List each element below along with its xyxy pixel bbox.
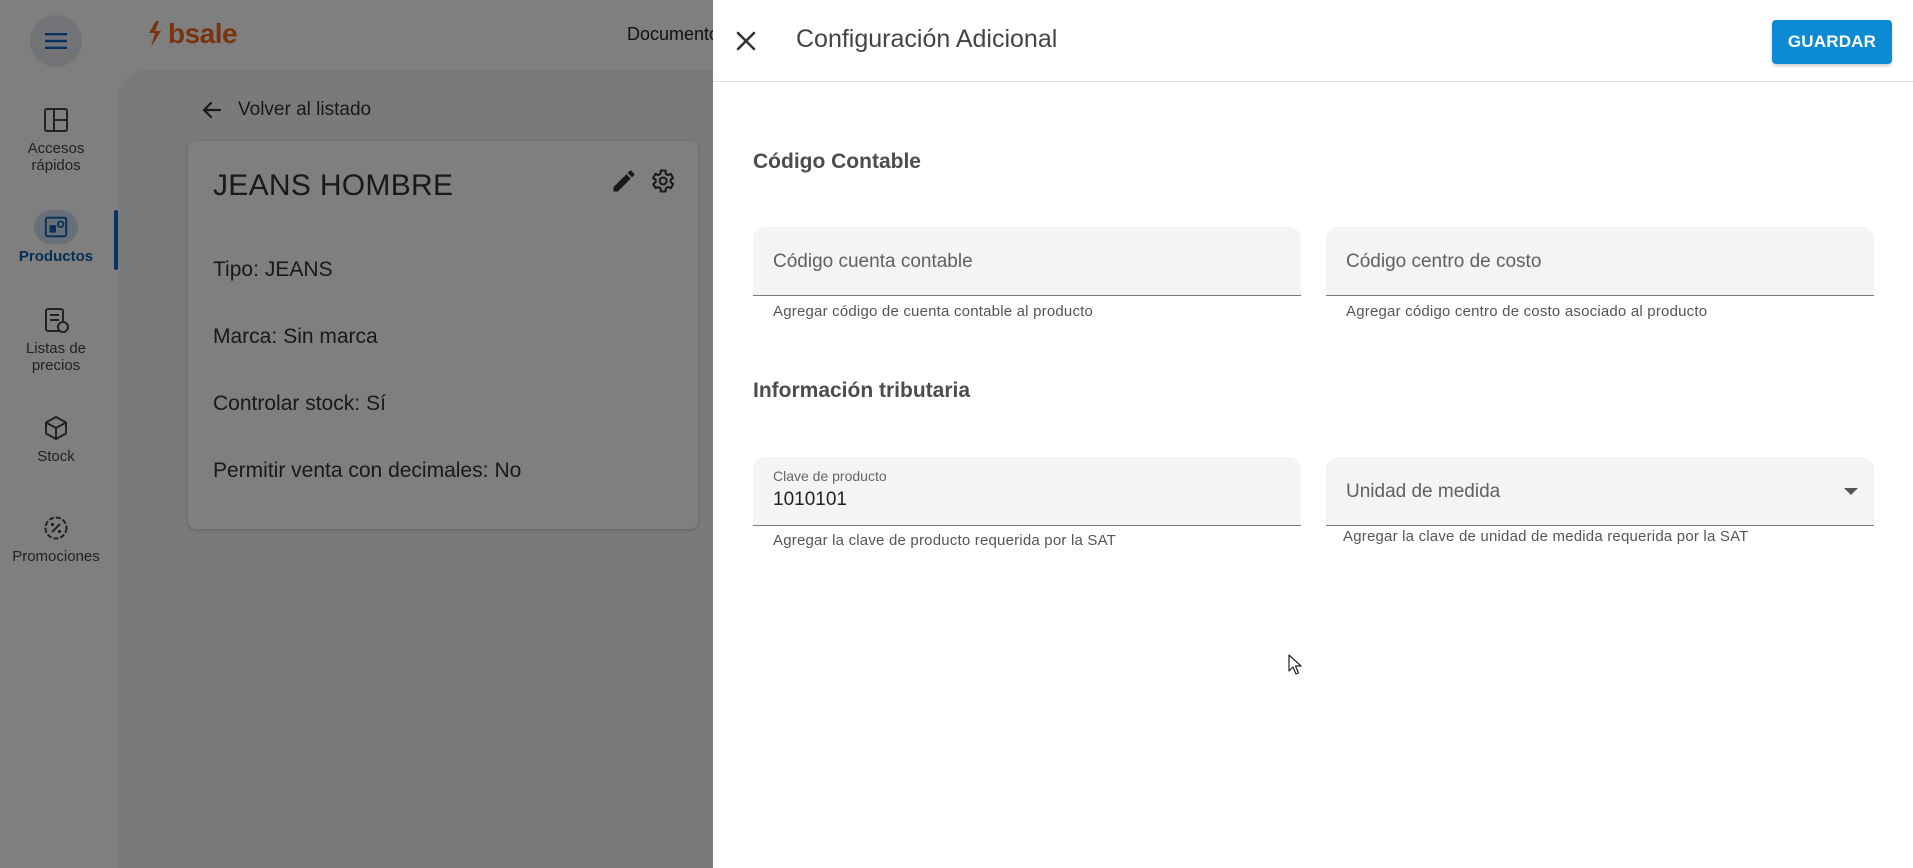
- close-icon: [736, 31, 756, 51]
- product-key-field[interactable]: Clave de producto 1010101: [753, 457, 1301, 526]
- config-drawer: Configuración Adicional GUARDAR Código C…: [713, 0, 1913, 868]
- product-key-label: Clave de producto: [773, 468, 887, 484]
- unit-of-measure-hint: Agregar la clave de unidad de medida req…: [1343, 528, 1749, 545]
- drawer-header: Configuración Adicional GUARDAR: [713, 0, 1913, 82]
- unit-of-measure-select[interactable]: Unidad de medida: [1326, 457, 1874, 526]
- cost-center-hint: Agregar código centro de costo asociado …: [1346, 303, 1708, 320]
- section-title-codigo-contable: Código Contable: [753, 150, 921, 173]
- drawer-title: Configuración Adicional: [796, 25, 1058, 53]
- product-key-hint: Agregar la clave de producto requerida p…: [773, 532, 1117, 549]
- chevron-down-icon: [1844, 488, 1858, 495]
- cost-center-field[interactable]: Código centro de costo: [1326, 227, 1874, 296]
- account-code-field[interactable]: Código cuenta contable: [753, 227, 1301, 296]
- close-button[interactable]: [727, 22, 765, 60]
- save-button[interactable]: GUARDAR: [1772, 20, 1892, 64]
- cost-center-placeholder: Código centro de costo: [1346, 251, 1542, 272]
- mouse-cursor-icon: [1288, 654, 1302, 675]
- unit-of-measure-placeholder: Unidad de medida: [1346, 481, 1501, 502]
- section-title-informacion-tributaria: Información tributaria: [753, 379, 971, 402]
- product-key-value: 1010101: [773, 489, 847, 510]
- account-code-placeholder: Código cuenta contable: [773, 251, 973, 272]
- account-code-hint: Agregar código de cuenta contable al pro…: [773, 303, 1094, 320]
